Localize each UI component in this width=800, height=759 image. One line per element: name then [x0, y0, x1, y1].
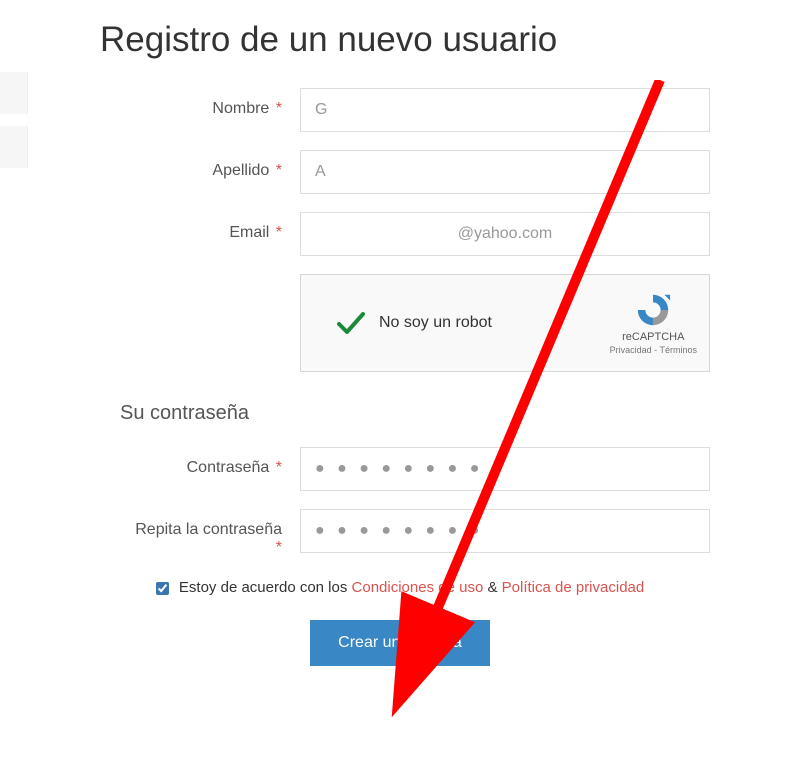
create-account-button[interactable]: Crear una cuenta: [310, 620, 490, 666]
side-stub: [0, 126, 28, 168]
row-apellido: Apellido *: [90, 150, 710, 194]
input-password[interactable]: [300, 447, 710, 491]
page-title: Registro de un nuevo usuario: [100, 20, 710, 60]
row-nombre: Nombre *: [90, 88, 710, 132]
side-stub: [0, 72, 28, 114]
label-nombre: Nombre *: [90, 88, 300, 118]
recaptcha-links[interactable]: Privacidad - Términos: [610, 345, 697, 355]
recaptcha-widget[interactable]: No soy un robot reCAPTCHA Privacidad - T…: [300, 274, 710, 372]
privacy-link[interactable]: Política de privacidad: [502, 579, 645, 596]
terms-link[interactable]: Condiciones de uso: [352, 579, 484, 596]
row-email: Email *: [90, 212, 710, 256]
label-password: Contraseña *: [90, 447, 300, 477]
recaptcha-text: No soy un robot: [379, 314, 492, 332]
recaptcha-logo-icon: [634, 291, 672, 329]
input-repeat-password[interactable]: [300, 509, 710, 553]
input-apellido[interactable]: [300, 150, 710, 194]
agree-row: Estoy de acuerdo con los Condiciones de …: [90, 579, 710, 596]
agree-label: Estoy de acuerdo con los Condiciones de …: [179, 579, 644, 596]
label-apellido: Apellido *: [90, 150, 300, 180]
input-nombre[interactable]: [300, 88, 710, 132]
row-password: Contraseña *: [90, 447, 710, 491]
label-repeat-password: Repita la contraseña*: [90, 509, 300, 557]
checkmark-icon: [335, 307, 367, 339]
label-email: Email *: [90, 212, 300, 242]
row-recaptcha: No soy un robot reCAPTCHA Privacidad - T…: [90, 274, 710, 372]
input-email[interactable]: [300, 212, 710, 256]
agree-checkbox[interactable]: [156, 582, 169, 595]
password-section-title: Su contraseña: [120, 402, 710, 425]
recaptcha-brand: reCAPTCHA: [622, 331, 684, 343]
row-repeat-password: Repita la contraseña*: [90, 509, 710, 557]
